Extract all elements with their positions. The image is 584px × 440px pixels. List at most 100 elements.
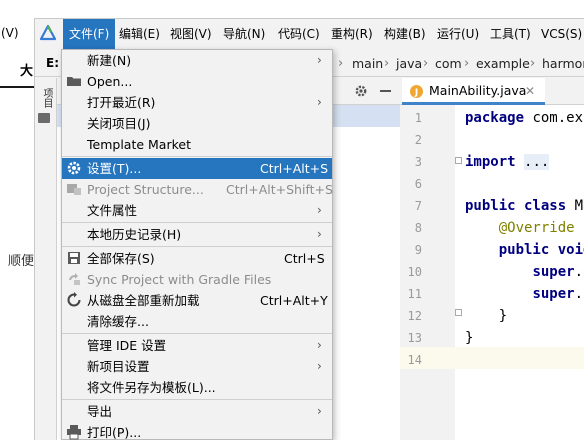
menu-item-print-label: 打印(P)...: [87, 425, 142, 440]
submenu-arrow-icon: ›: [317, 53, 322, 67]
line-number: 12: [407, 309, 422, 323]
menu-item-open-label: Open...: [87, 74, 133, 89]
submenu-arrow-icon: ›: [317, 95, 322, 109]
breadcrumb-harmony[interactable]: harmon: [542, 50, 584, 77]
menu-file[interactable]: 文件(F): [63, 19, 116, 50]
gradle-sync-icon: [69, 273, 80, 285]
save-icon: [68, 252, 80, 264]
breadcrumb-main[interactable]: main: [352, 50, 383, 77]
line-number: 3: [414, 155, 422, 169]
menu-item-close-project-label: 关闭项目(J): [87, 116, 151, 131]
gear-icon: [67, 161, 81, 175]
submenu-arrow-icon: ›: [317, 227, 322, 241]
line-number: 6: [414, 177, 422, 191]
menu-separator: [62, 222, 332, 223]
menu-tools[interactable]: 工具(T): [484, 19, 537, 50]
code-line: super.s: [532, 286, 584, 302]
menu-vcs[interactable]: VCS(S): [535, 19, 584, 50]
close-tab-icon[interactable]: ✕: [525, 78, 535, 104]
background-tab-fragment: 大: [20, 64, 34, 79]
line-number: 1: [414, 111, 422, 125]
fold-icon[interactable]: [455, 309, 462, 316]
menu-item-reload-from-disk-shortcut: Ctrl+Alt+Y: [260, 293, 328, 308]
menu-edit[interactable]: 编辑(E): [113, 19, 166, 50]
code-line: }: [465, 330, 474, 346]
folder-icon[interactable]: [38, 113, 50, 123]
menu-item-file-properties-label: 文件属性: [87, 203, 138, 218]
breadcrumb-separator-icon: ›: [338, 56, 344, 71]
code-line: super.o: [532, 264, 584, 280]
line-number: 11: [407, 287, 422, 301]
menu-navigate[interactable]: 导航(N): [217, 19, 271, 50]
svg-text:J: J: [414, 88, 418, 98]
line-number: 9: [414, 243, 422, 257]
menu-item-manage-ide-settings-label: 管理 IDE 设置: [87, 338, 167, 353]
print-icon: [67, 425, 81, 440]
menu-item-sync-gradle-label: Sync Project with Gradle Files: [87, 272, 272, 287]
menu-item-settings-label: 设置(T)...: [87, 161, 142, 176]
line-number: 10: [407, 265, 422, 279]
submenu-arrow-icon: ›: [317, 404, 322, 418]
menu-separator: [62, 156, 332, 157]
breadcrumb-drive[interactable]: E:: [46, 50, 59, 77]
line-number: 14: [407, 353, 422, 367]
line-number: 7: [414, 199, 422, 213]
menu-separator: [62, 333, 332, 334]
line-number: 8: [414, 221, 422, 235]
menu-item-project-structure-label: Project Structure...: [87, 182, 204, 197]
code-line: import ...: [465, 154, 550, 170]
breadcrumb-separator-icon: ›: [464, 56, 470, 71]
gear-icon[interactable]: [354, 84, 368, 98]
current-line-highlight: [400, 347, 584, 369]
menu-item-recent-label: 打开最近(R): [87, 95, 156, 110]
line-number: 13: [407, 331, 422, 345]
submenu-arrow-icon: ›: [317, 203, 322, 217]
menu-item-save-all-shortcut: Ctrl+S: [284, 251, 325, 266]
menu-refactor[interactable]: 重构(R): [325, 19, 379, 50]
menu-run[interactable]: 运行(U): [431, 19, 485, 50]
menu-item-settings-shortcut: Ctrl+Alt+S: [260, 161, 329, 176]
menu-item-reload-from-disk-label: 从磁盘全部重新加载: [87, 293, 200, 308]
background-divider: [0, 86, 34, 88]
menu-item-new-label: 新建(N): [87, 53, 132, 68]
menu-item-export-label: 导出: [87, 404, 113, 419]
code-line: }: [465, 308, 508, 324]
submenu-arrow-icon: ›: [317, 338, 322, 352]
menu-separator: [62, 246, 332, 247]
breadcrumb-com[interactable]: com: [435, 50, 462, 77]
project-side-tab[interactable]: 项目: [38, 88, 52, 108]
editor-tab-label[interactable]: MainAbility.java: [429, 78, 526, 104]
submenu-arrow-icon: ›: [317, 359, 322, 373]
menu-item-save-all-label: 全部保存(S): [87, 251, 155, 266]
minimize-icon[interactable]: [380, 90, 391, 92]
menu-item-new-project-settings-label: 新项目设置: [87, 359, 150, 374]
menu-separator: [62, 399, 332, 400]
menu-build[interactable]: 构建(B): [378, 19, 432, 50]
breadcrumb-separator-icon: ›: [530, 56, 536, 71]
code-line: @Override: [498, 220, 575, 236]
menu-item-invalidate-caches-label: 清除缓存...: [87, 314, 149, 329]
line-number: 2: [414, 133, 422, 147]
menu-item-save-as-template-label: 将文件另存为模板(L)...: [87, 380, 216, 395]
project-structure-icon: [67, 184, 81, 195]
menu-item-template-market-label: Template Market: [87, 137, 191, 152]
menu-code[interactable]: 代码(C): [272, 19, 326, 50]
breadcrumb-example[interactable]: example: [476, 50, 530, 77]
background-menu-fragment: (V): [1, 26, 19, 40]
code-line: public class Ma: [465, 198, 584, 214]
app-logo-icon: [39, 24, 57, 41]
menu-view[interactable]: 视图(V): [164, 19, 218, 50]
breadcrumb-separator-icon: ›: [423, 56, 429, 71]
menu-item-project-structure-shortcut: Ctrl+Alt+Shift+S: [226, 182, 333, 197]
fold-icon[interactable]: [455, 157, 462, 164]
reload-icon: [67, 292, 81, 307]
code-line: package com.exa: [465, 110, 584, 126]
menu-item-local-history-label: 本地历史记录(H): [87, 227, 182, 242]
java-class-icon: J: [410, 85, 423, 98]
tool-window-strip: [35, 78, 57, 440]
folder-icon: [67, 77, 81, 86]
code-line: public void: [498, 242, 584, 258]
breadcrumb-separator-icon: ›: [384, 56, 390, 71]
breadcrumb-java[interactable]: java: [396, 50, 422, 77]
background-text-fragment: 顺便: [8, 254, 35, 269]
